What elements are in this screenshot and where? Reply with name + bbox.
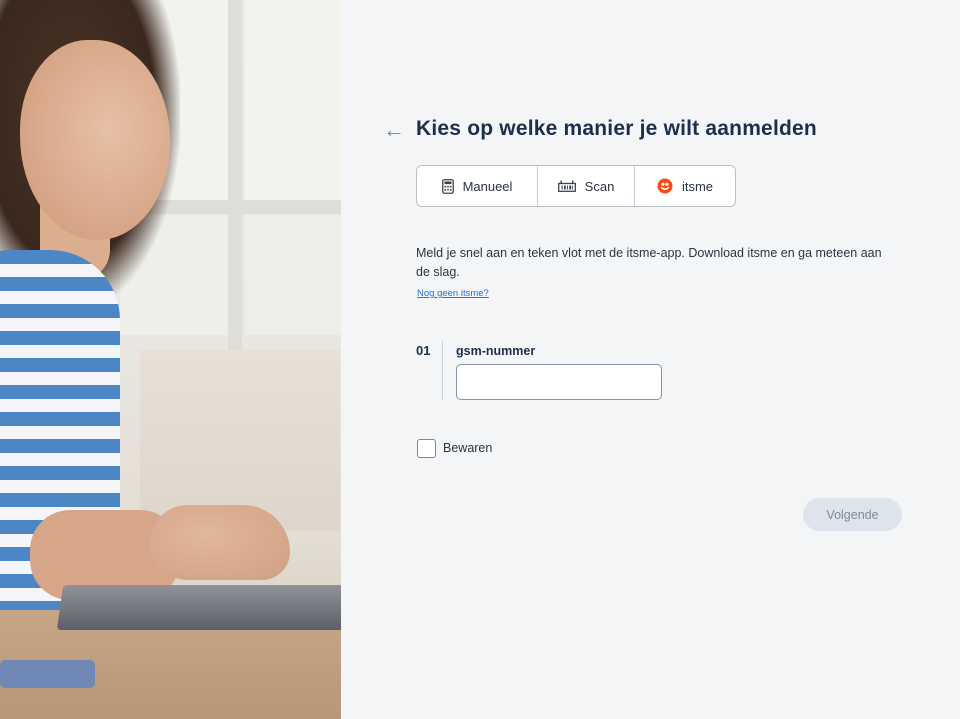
tab-scan[interactable]: Scan <box>538 166 635 206</box>
scanner-icon <box>557 180 576 192</box>
tab-itsme[interactable]: itsme <box>635 166 735 206</box>
calculator-icon <box>441 178 454 194</box>
tab-label: itsme <box>681 178 714 194</box>
login-method-tabs: Manueel Scan itsme <box>416 165 736 207</box>
tab-label: Manueel <box>462 178 513 194</box>
step-number: 01 <box>416 343 431 358</box>
phone-label: gsm-nummer <box>456 344 536 358</box>
login-panel <box>341 0 960 719</box>
next-button[interactable]: Volgende <box>803 498 902 531</box>
phone-input[interactable] <box>456 364 662 400</box>
page-title: Kies op welke manier je wilt aanmelden <box>416 117 817 140</box>
step-divider <box>442 341 443 400</box>
hero-photo <box>0 0 341 719</box>
intro-text: Meld je snel aan en teken vlot met de it… <box>416 246 882 279</box>
no-itsme-link[interactable]: Nog geen itsme? <box>417 288 489 299</box>
tab-label: Scan <box>584 178 615 194</box>
tab-manueel[interactable]: Manueel <box>417 166 538 206</box>
arrow-left-icon[interactable]: ← <box>383 118 405 142</box>
remember-checkbox[interactable] <box>417 439 436 458</box>
remember-label: Bewaren <box>443 441 493 455</box>
itsme-logo-icon <box>657 178 673 194</box>
